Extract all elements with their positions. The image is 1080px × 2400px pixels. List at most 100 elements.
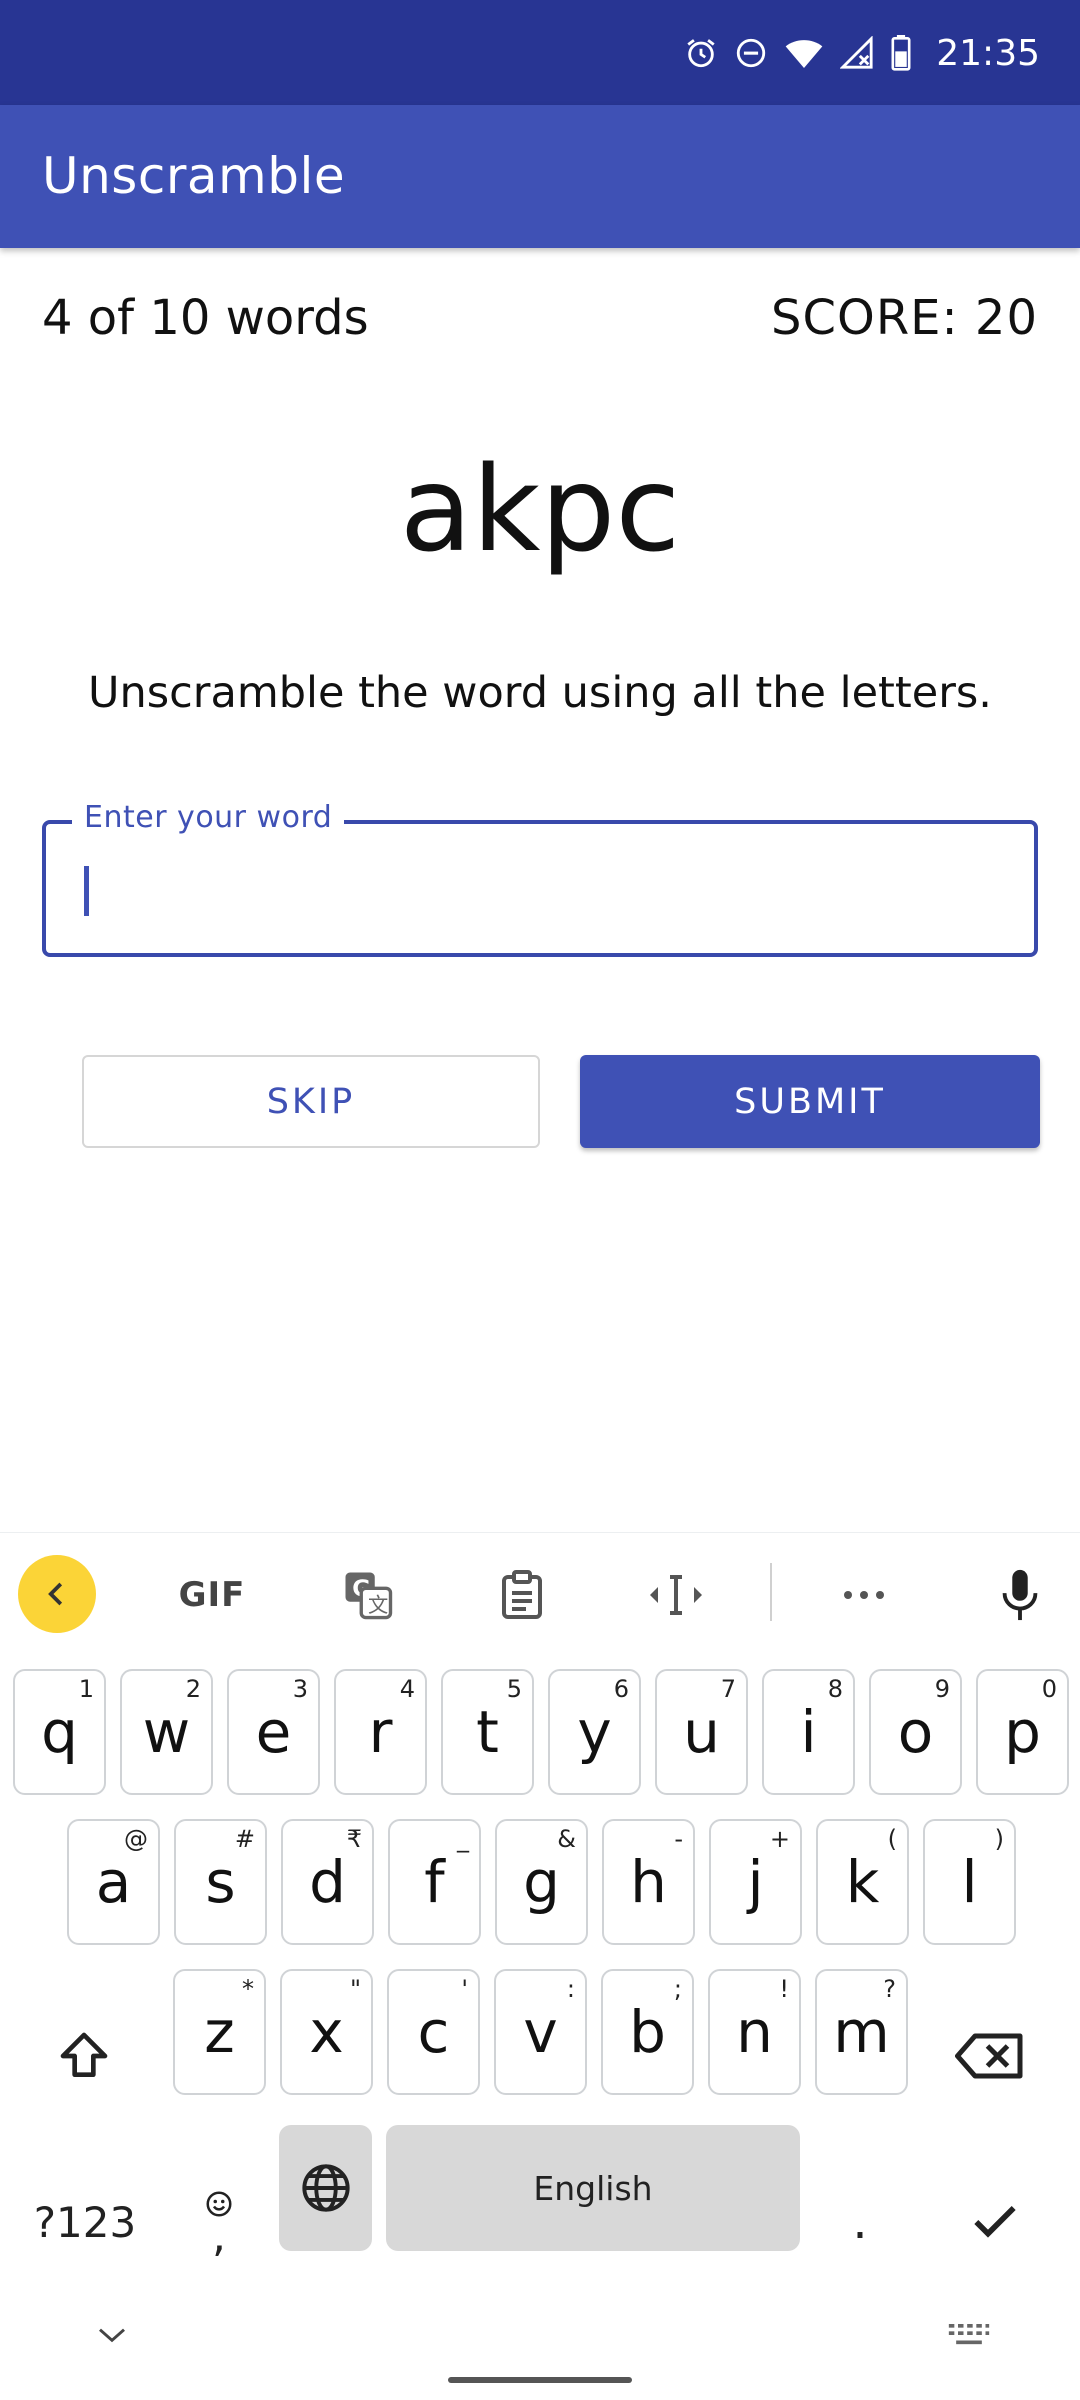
key-i[interactable]: i8 (762, 1669, 855, 1795)
key-t[interactable]: t5 (441, 1669, 534, 1795)
key-letter: g (523, 1848, 560, 1916)
do-not-disturb-icon (734, 36, 768, 70)
shift-key[interactable] (54, 2026, 114, 2086)
space-key[interactable]: English (386, 2125, 800, 2251)
key-letter: i (800, 1698, 817, 1766)
key-hint: ) (994, 1825, 1004, 1853)
microphone-icon (1002, 1569, 1038, 1621)
key-letter: l (961, 1848, 978, 1916)
keyboard-back-button[interactable] (18, 1555, 96, 1633)
key-letter: f (424, 1848, 445, 1916)
comma-label: , (212, 2211, 226, 2262)
key-letter: p (1004, 1698, 1041, 1766)
word-input-field[interactable]: Enter your word (42, 800, 1038, 957)
key-hint: 8 (827, 1675, 843, 1703)
scrambled-word: akpc (399, 440, 681, 578)
key-h[interactable]: h- (602, 1819, 695, 1945)
key-q[interactable]: q1 (13, 1669, 106, 1795)
key-hint: ₹ (346, 1825, 362, 1853)
cursor-move-icon (650, 1575, 702, 1615)
key-d[interactable]: d ₹ (281, 1819, 374, 1945)
key-hint: ' (461, 1975, 468, 2003)
period-key[interactable]: . (830, 2159, 890, 2285)
more-horizontal-icon (844, 1591, 884, 1599)
app-bar: Unscramble (0, 105, 1080, 248)
key-p[interactable]: p0 (976, 1669, 1069, 1795)
key-e[interactable]: e3 (227, 1669, 320, 1795)
instructions: Unscramble the word using all the letter… (88, 668, 992, 718)
cell-signal-icon (840, 36, 874, 70)
key-j[interactable]: j + (709, 1819, 802, 1945)
key-z[interactable]: z * (173, 1969, 266, 2095)
enter-key[interactable] (950, 2159, 1040, 2285)
key-k[interactable]: k( (816, 1819, 909, 1945)
gif-button[interactable]: GIF (172, 1560, 252, 1630)
key-l[interactable]: l) (923, 1819, 1016, 1945)
key-letter: y (577, 1698, 612, 1766)
key-letter: o (897, 1698, 934, 1766)
key-letter: z (204, 1998, 235, 2066)
key-o[interactable]: o9 (869, 1669, 962, 1795)
key-a[interactable]: a @ (67, 1819, 160, 1945)
key-letter: m (833, 1998, 890, 2066)
key-g[interactable]: g & (495, 1819, 588, 1945)
key-hint: 4 (399, 1675, 415, 1703)
symbols-key[interactable]: ?123 (20, 2159, 150, 2285)
voice-input-button[interactable] (980, 1560, 1060, 1630)
key-letter: b (629, 1998, 666, 2066)
word-input-label: Enter your word (72, 800, 345, 835)
key-u[interactable]: u7 (655, 1669, 748, 1795)
more-options-button[interactable] (824, 1560, 904, 1630)
key-letter: u (683, 1698, 720, 1766)
backspace-key[interactable] (950, 2026, 1030, 2086)
status-icons: 21:35 (684, 30, 1040, 76)
key-n[interactable]: n! (708, 1969, 801, 2095)
key-hint: 5 (506, 1675, 522, 1703)
key-letter: e (255, 1698, 292, 1766)
key-letter: j (747, 1848, 764, 1916)
key-hint: 9 (934, 1675, 950, 1703)
keyboard-switcher-button[interactable] (944, 2313, 994, 2357)
translate-button[interactable]: G文 (328, 1560, 408, 1630)
key-m[interactable]: m? (815, 1969, 908, 2095)
svg-text:文: 文 (368, 1593, 388, 1617)
key-letter: q (41, 1698, 78, 1766)
text-cursor (84, 866, 89, 916)
key-b[interactable]: b; (601, 1969, 694, 2095)
key-letter: t (476, 1698, 499, 1766)
hide-keyboard-button[interactable] (90, 2313, 134, 2357)
keyboard: GIF G文 q1w2e3r4t5y6u7i8o9p0a@s#d₹f_g&h-j… (0, 1532, 1080, 2400)
language-switch-key[interactable] (279, 2125, 372, 2251)
key-hint: 0 (1041, 1675, 1057, 1703)
key-s[interactable]: s # (174, 1819, 267, 1945)
key-hint: 7 (720, 1675, 736, 1703)
keyboard-toolbar: GIF G文 (0, 1533, 1080, 1653)
key-x[interactable]: x " (280, 1969, 373, 2095)
toolbar-divider (770, 1563, 772, 1621)
key-hint: ( (887, 1825, 897, 1853)
text-cursor-control-button[interactable] (636, 1560, 716, 1630)
key-hint: & (557, 1825, 576, 1853)
emoji-comma-key[interactable]: , (186, 2159, 252, 2285)
translate-icon: G文 (345, 1572, 393, 1620)
key-letter: a (95, 1848, 132, 1916)
key-c[interactable]: c ' (387, 1969, 480, 2095)
wifi-icon (784, 36, 824, 70)
key-hint: 2 (185, 1675, 201, 1703)
navigation-gesture-handle[interactable] (448, 2377, 632, 2383)
key-r[interactable]: r4 (334, 1669, 427, 1795)
key-w[interactable]: w2 (120, 1669, 213, 1795)
key-letter: c (417, 1998, 450, 2066)
battery-icon (890, 35, 912, 71)
key-letter: r (368, 1698, 393, 1766)
score: SCORE: 20 (771, 290, 1038, 346)
key-y[interactable]: y6 (548, 1669, 641, 1795)
key-hint: ? (883, 1975, 896, 2003)
key-hint: _ (457, 1825, 469, 1853)
key-f[interactable]: f _ (388, 1819, 481, 1945)
status-time: 21:35 (936, 32, 1040, 74)
key-v[interactable]: v: (494, 1969, 587, 2095)
skip-button[interactable]: SKIP (82, 1055, 540, 1148)
clipboard-button[interactable] (482, 1560, 562, 1630)
submit-button[interactable]: SUBMIT (580, 1055, 1040, 1148)
